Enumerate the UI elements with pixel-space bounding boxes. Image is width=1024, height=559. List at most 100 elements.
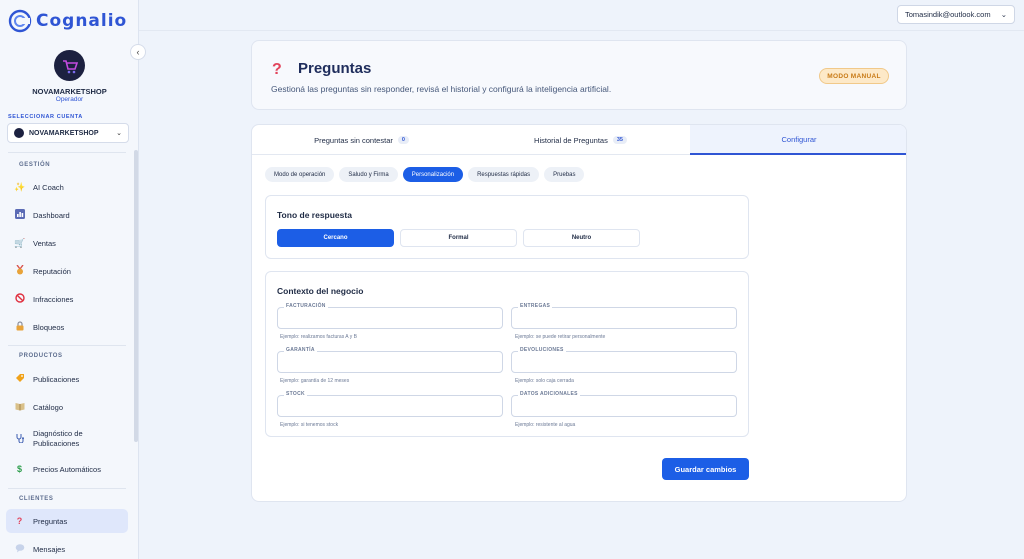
sidebar-item-ai-coach[interactable]: ✨ AI Coach bbox=[6, 175, 128, 199]
sidebar-item-label: Dashboard bbox=[33, 210, 70, 220]
tab-label: Configurar bbox=[781, 134, 817, 144]
subtab-tests[interactable]: Pruebas bbox=[544, 167, 585, 182]
sidebar-item-label: Publicaciones bbox=[33, 374, 80, 384]
subtab-personalization[interactable]: Personalización bbox=[402, 167, 464, 182]
divider bbox=[8, 152, 126, 153]
shop-avatar bbox=[54, 50, 85, 81]
section-productos: PRODUCTOS bbox=[19, 353, 63, 359]
field-hint: Ejemplo: si tenemos stock bbox=[280, 422, 339, 428]
tone-option-formal[interactable]: Formal bbox=[400, 229, 517, 247]
field-hint: Ejemplo: se puede retirar personalmente bbox=[515, 334, 606, 340]
page-subtitle: Gestioná las preguntas sin responder, re… bbox=[271, 84, 612, 94]
chevron-down-icon: ⌄ bbox=[1000, 10, 1007, 19]
sidebar-item-reputacion[interactable]: Reputación bbox=[6, 259, 128, 283]
sidebar-item-precios[interactable]: $ Precios Automáticos bbox=[6, 457, 128, 481]
field-label: FACTURACIÓN bbox=[284, 303, 328, 309]
section-clientes: CLIENTES bbox=[19, 496, 54, 502]
tone-section: Tono de respuesta Cercano Formal Neutro bbox=[265, 195, 749, 259]
lock-icon bbox=[14, 321, 25, 333]
tab-label: Historial de Preguntas bbox=[534, 135, 608, 145]
sidebar-item-label: Precios Automáticos bbox=[33, 464, 101, 474]
sidebar-item-bloqueos[interactable]: Bloqueos bbox=[6, 315, 128, 339]
divider bbox=[8, 345, 126, 346]
prohibited-icon bbox=[14, 293, 25, 305]
brand[interactable]: Cognalio bbox=[8, 9, 127, 33]
sidebar-item-label: Preguntas bbox=[33, 516, 68, 526]
page-header: ? Preguntas Gestioná las preguntas sin r… bbox=[251, 40, 907, 110]
sidebar-item-preguntas[interactable]: ? Preguntas bbox=[6, 509, 128, 533]
shop-name: NOVAMARKETSHOP bbox=[32, 87, 107, 96]
brand-name: Cognalio bbox=[36, 11, 128, 31]
user-email: Tomasindik@outlook.com bbox=[905, 10, 991, 19]
tab-count-badge: 0 bbox=[397, 136, 409, 144]
sidebar-item-label: Diagnóstico de Publicaciones bbox=[33, 429, 83, 449]
billing-field[interactable] bbox=[277, 307, 503, 329]
additional-data-field[interactable] bbox=[511, 395, 737, 417]
cart-icon: 🛒 bbox=[14, 237, 26, 248]
mode-badge[interactable]: MODO MANUAL bbox=[819, 68, 889, 84]
sidebar-item-label: Bloqueos bbox=[33, 322, 65, 332]
collapse-sidebar-button[interactable]: ‹ bbox=[130, 44, 146, 60]
returns-field[interactable] bbox=[511, 351, 737, 373]
tone-option-neutro[interactable]: Neutro bbox=[523, 229, 640, 247]
page-title: Preguntas bbox=[298, 60, 372, 77]
sidebar-item-diagnostico[interactable]: Diagnóstico de Publicaciones bbox=[6, 425, 128, 453]
field-label: DATOS ADICIONALES bbox=[518, 391, 580, 397]
tab-label: Preguntas sin contestar bbox=[314, 135, 393, 145]
subtab-quick-replies[interactable]: Respuestas rápidas bbox=[468, 167, 540, 182]
sidebar-item-publicaciones[interactable]: Publicaciones bbox=[6, 367, 128, 391]
save-button[interactable]: Guardar cambios bbox=[662, 458, 749, 480]
tab-history[interactable]: Historial de Preguntas 35 bbox=[471, 125, 690, 155]
shop-role: Operador bbox=[55, 96, 84, 103]
subtab-bar: Modo de operación Saludo y Firma Persona… bbox=[265, 167, 585, 182]
tone-option-cercano[interactable]: Cercano bbox=[277, 229, 394, 247]
sidebar-item-dashboard[interactable]: Dashboard bbox=[6, 203, 128, 227]
field-label: DEVOLUCIONES bbox=[518, 347, 566, 353]
subtab-greeting-signature[interactable]: Saludo y Firma bbox=[339, 167, 398, 182]
sidebar-item-label: Ventas bbox=[33, 238, 56, 248]
chevron-down-icon: ⌄ bbox=[116, 130, 122, 137]
bar-chart-icon bbox=[14, 209, 25, 221]
tab-configure[interactable]: Configurar bbox=[690, 125, 906, 155]
account-avatar bbox=[14, 128, 24, 138]
sidebar-item-label: Mensajes bbox=[33, 544, 66, 554]
field-label: ENTREGAS bbox=[518, 303, 553, 309]
chevron-left-icon: ‹ bbox=[136, 47, 140, 57]
sidebar-item-mensajes[interactable]: Mensajes bbox=[6, 537, 128, 559]
question-icon: ? bbox=[16, 515, 23, 526]
divider bbox=[8, 488, 126, 489]
field-hint: Ejemplo: resistente al agua bbox=[515, 422, 576, 428]
configuration-panel: Preguntas sin contestar 0 Historial de P… bbox=[251, 124, 907, 502]
section-gestion: GESTIÓN bbox=[19, 162, 51, 168]
tab-unanswered[interactable]: Preguntas sin contestar 0 bbox=[252, 125, 471, 155]
sidebar-item-label: AI Coach bbox=[33, 182, 64, 192]
user-menu-button[interactable]: Tomasindik@outlook.com ⌄ bbox=[897, 5, 1015, 24]
sidebar-item-label: Catálogo bbox=[33, 402, 64, 412]
business-context-section: Contexto del negocio FACTURACIÓN Ejemplo… bbox=[265, 271, 749, 437]
sparkles-icon: ✨ bbox=[14, 181, 26, 192]
stock-field[interactable] bbox=[277, 395, 503, 417]
sidebar-item-label: Infracciones bbox=[33, 294, 74, 304]
tone-title: Tono de respuesta bbox=[277, 210, 352, 220]
question-mark-icon: ? bbox=[272, 61, 282, 78]
chat-bubble-icon bbox=[14, 543, 25, 555]
deliveries-field[interactable] bbox=[511, 307, 737, 329]
cognalio-logo-icon bbox=[8, 9, 32, 33]
sidebar-scrollbar[interactable] bbox=[134, 150, 138, 442]
subtab-operation-mode[interactable]: Modo de operación bbox=[265, 167, 335, 182]
field-hint: Ejemplo: solo caja cerrada bbox=[515, 378, 574, 384]
select-account-label: SELECCIONAR CUENTA bbox=[8, 114, 83, 120]
sidebar-item-infracciones[interactable]: Infracciones bbox=[6, 287, 128, 311]
sidebar-item-ventas[interactable]: 🛒 Ventas bbox=[6, 231, 128, 255]
field-label: STOCK bbox=[284, 391, 307, 397]
cart-logo-icon bbox=[62, 59, 78, 73]
account-select[interactable]: NOVAMARKETSHOP ⌄ bbox=[7, 123, 129, 143]
medal-icon bbox=[14, 264, 25, 277]
field-hint: Ejemplo: realizamos facturas A y B bbox=[280, 334, 357, 340]
sidebar-item-catalogo[interactable]: Catálogo bbox=[6, 395, 128, 419]
label-line-1: Diagnóstico de bbox=[33, 429, 83, 438]
sidebar-item-label: Reputación bbox=[33, 266, 71, 276]
topbar-divider bbox=[139, 30, 1024, 31]
warranty-field[interactable] bbox=[277, 351, 503, 373]
stethoscope-icon bbox=[14, 433, 25, 445]
